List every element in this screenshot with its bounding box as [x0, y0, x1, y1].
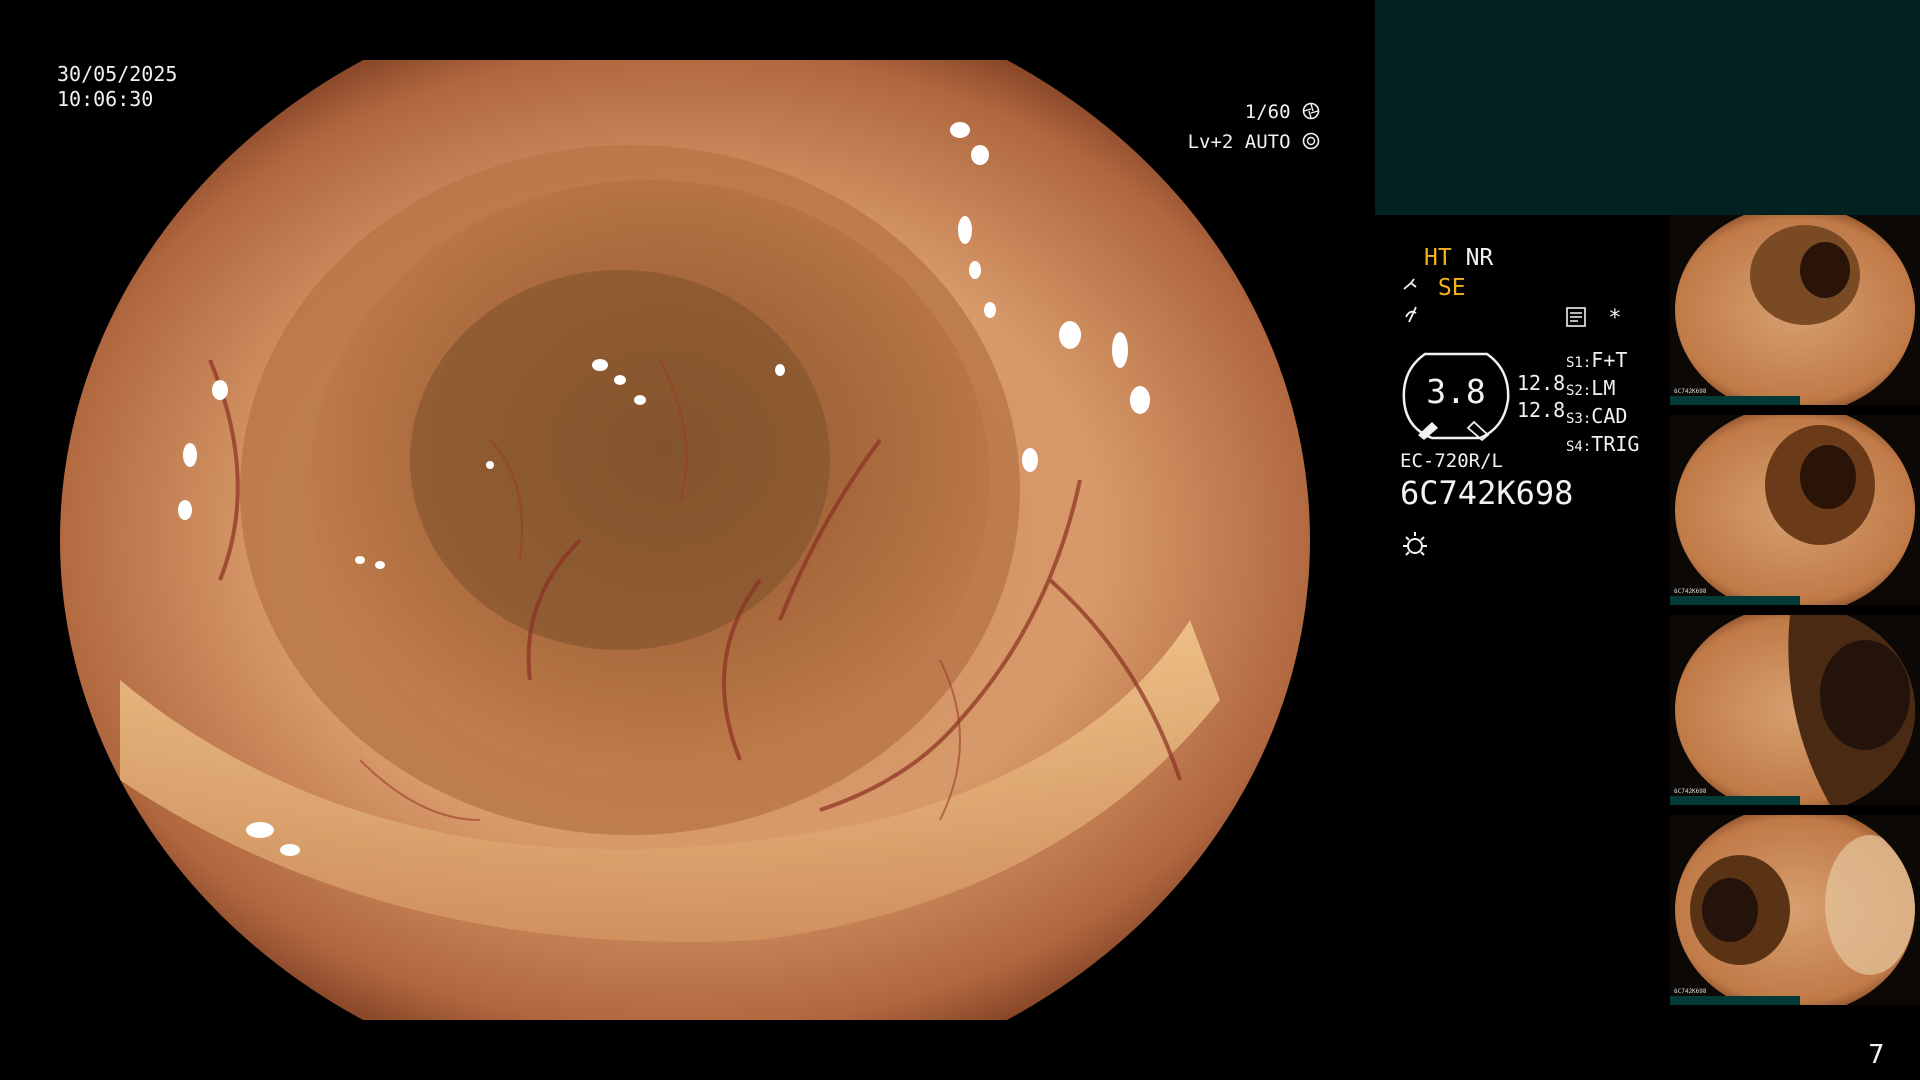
scope-model: EC-720R/L [1400, 450, 1503, 472]
asterisk-text: * [1608, 306, 1622, 331]
aperture-icon [1302, 100, 1320, 128]
s4-key: S4 [1566, 439, 1583, 455]
s3-key: S3 [1566, 411, 1583, 427]
thumbnail-3-label: 6C742K698 [1674, 788, 1707, 795]
settings-block: HT NR SE [1402, 243, 1493, 333]
time-text: 10:06:30 [57, 87, 154, 111]
iris-icon [1302, 130, 1320, 158]
thumbnail-2[interactable]: 6C742K698 [1670, 415, 1920, 605]
scope-serial: 6C742K698 [1400, 474, 1574, 512]
switch-assignments: S1:F+T S2:LM S3:CAD S4:TRIG [1566, 348, 1640, 456]
value-2: 12.8 [1517, 398, 1566, 422]
memo-icon [1565, 306, 1587, 334]
datetime-overlay: 30/05/2025 10:06:30 [57, 62, 177, 112]
thumbnail-2-label: 6C742K698 [1674, 588, 1707, 595]
endoscope-view [60, 60, 1310, 1020]
info-panel-blank [1375, 0, 1920, 215]
thumbnail-4-label: 6C742K698 [1674, 988, 1707, 995]
thumbnail-3[interactable]: 6C742K698 [1670, 615, 1920, 805]
s2-key: S2 [1566, 383, 1583, 399]
value-column: 12.8 12.8 [1517, 370, 1565, 424]
thumbnail-4[interactable]: 6C742K698 [1670, 815, 1920, 1005]
scope-tip-icon [1402, 273, 1424, 303]
value-1: 12.8 [1517, 371, 1566, 395]
se-label: SE [1437, 275, 1466, 301]
light-icon [1400, 530, 1430, 564]
signal-icon [1402, 303, 1424, 333]
s3-value: CAD [1591, 404, 1628, 428]
s1-key: S1 [1566, 355, 1583, 371]
thumbnail-1-label: 6C742K698 [1674, 388, 1707, 395]
mode-text: AUTO [1244, 131, 1291, 153]
zoom-dial: 3.8 [1400, 350, 1512, 442]
thumbnail-1[interactable]: 6C742K698 [1670, 215, 1920, 405]
s4-value: TRIG [1591, 432, 1640, 456]
memo-row: * [1565, 306, 1622, 334]
s1-value: F+T [1591, 348, 1628, 372]
date-text: 30/05/2025 [57, 62, 178, 86]
nr-label: NR [1465, 245, 1494, 271]
shutter-text: 1/60 [1244, 101, 1291, 123]
level-text: Lv+2 [1187, 131, 1234, 153]
ht-label: HT [1424, 245, 1452, 271]
frame-number: 7 [1868, 1040, 1885, 1070]
zoom-value: 3.8 [1426, 372, 1486, 411]
exposure-overlay: 1/60 Lv+2 AUTO [1180, 98, 1320, 158]
s2-value: LM [1591, 376, 1616, 400]
